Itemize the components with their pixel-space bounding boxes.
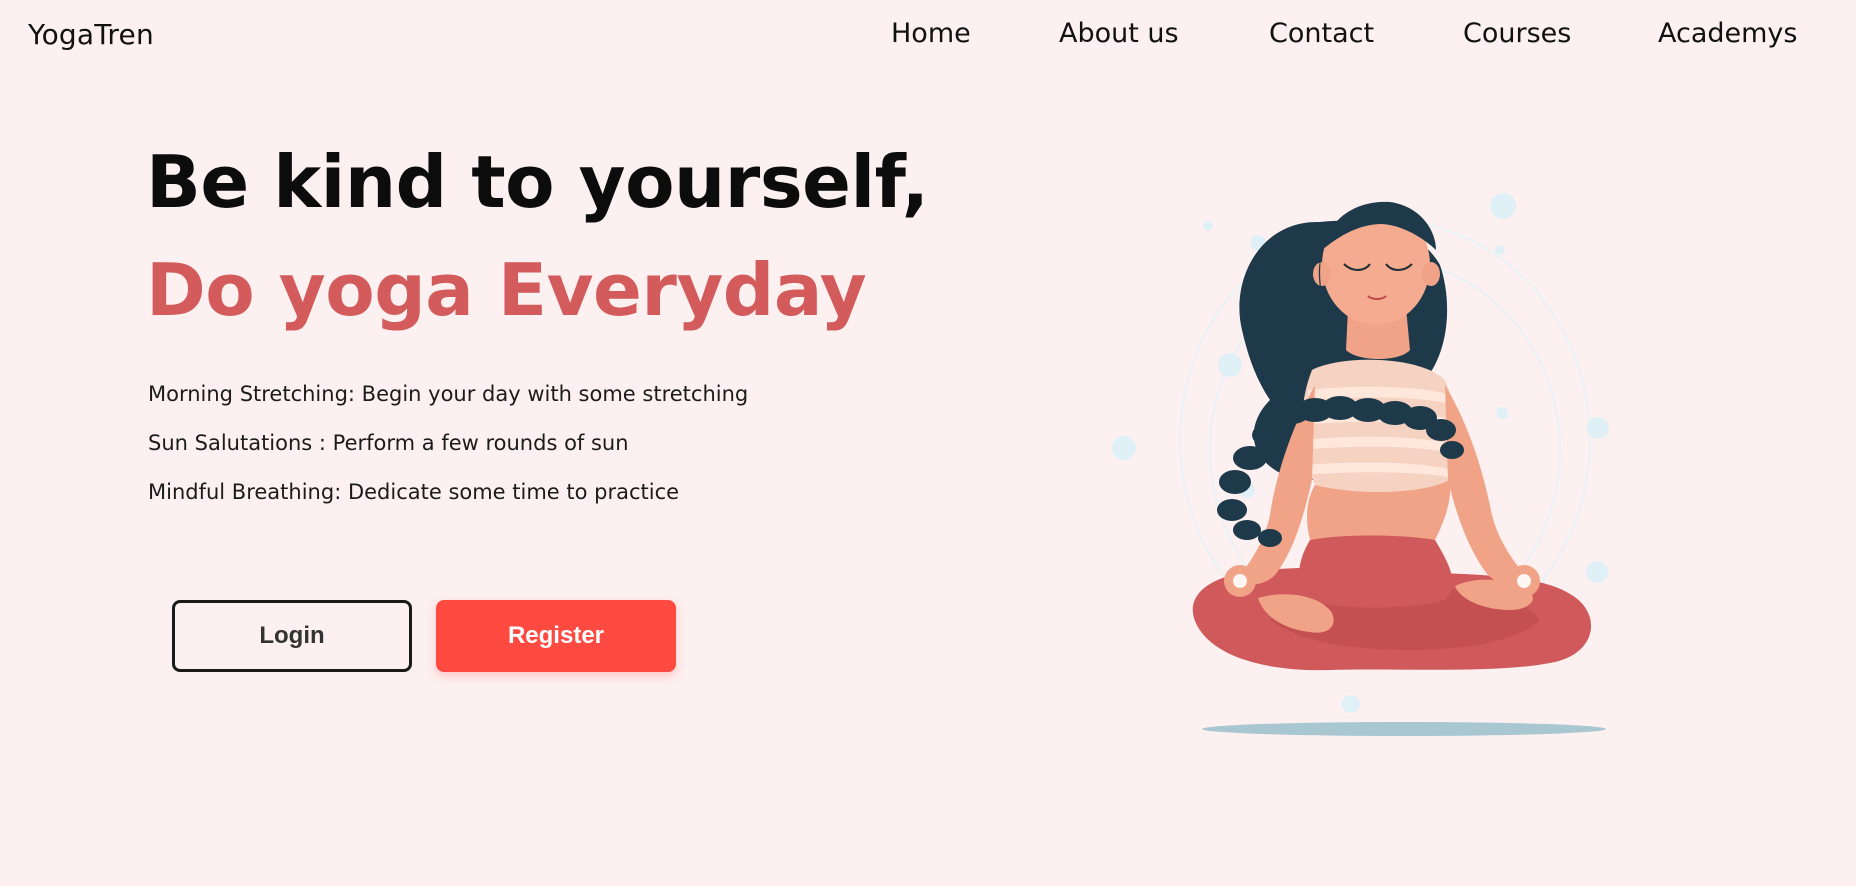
feature-item: Morning Stretching: Begin your day with … — [148, 382, 749, 406]
nav-home[interactable]: Home — [891, 18, 971, 49]
nav-courses[interactable]: Courses — [1463, 18, 1571, 49]
nav-academys[interactable]: Academys — [1658, 18, 1797, 49]
site-logo[interactable]: YogaTren — [28, 18, 154, 51]
register-button[interactable]: Register — [436, 600, 676, 672]
hero-subtitle: Do yoga Everyday — [146, 248, 867, 332]
feature-list: Morning Stretching: Begin your day with … — [148, 377, 748, 524]
feature-item: Mindful Breathing: Dedicate some time to… — [148, 480, 680, 504]
feature-item: Sun Salutations : Perform a few rounds o… — [148, 431, 629, 455]
login-button[interactable]: Login — [172, 600, 412, 672]
nav-contact[interactable]: Contact — [1269, 18, 1374, 49]
hero-title: Be kind to yourself, — [146, 140, 929, 224]
meditating-woman-illustration — [1112, 193, 1609, 736]
nav-about-us[interactable]: About us — [1059, 18, 1179, 49]
